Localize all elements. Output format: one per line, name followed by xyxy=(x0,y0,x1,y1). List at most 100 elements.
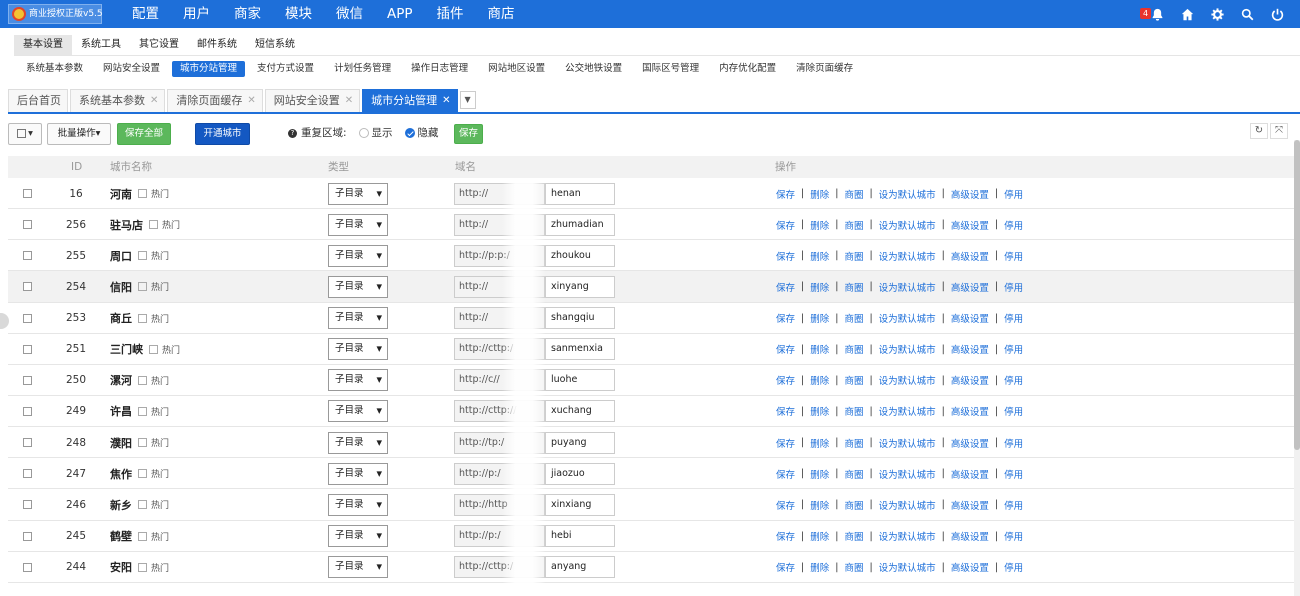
subnav-sms-system[interactable]: 短信系统 xyxy=(246,35,304,55)
hot-toggle[interactable]: 热门 xyxy=(138,561,169,574)
row-op-link[interactable]: 保存 xyxy=(776,560,795,574)
row-op-link[interactable]: 保存 xyxy=(776,404,795,418)
domain-input[interactable]: hebi xyxy=(545,525,615,548)
settings-item[interactable]: 操作日志管理 xyxy=(403,61,476,77)
hot-toggle[interactable]: 热门 xyxy=(138,249,169,262)
scrollbar[interactable] xyxy=(1294,140,1300,596)
nav-item-config[interactable]: 配置 xyxy=(120,0,171,28)
row-checkbox[interactable] xyxy=(23,220,32,230)
hot-toggle[interactable]: 热门 xyxy=(138,530,169,543)
row-op-link[interactable]: 高级设置 xyxy=(951,249,989,263)
hot-toggle[interactable]: 热门 xyxy=(138,280,169,293)
hot-checkbox[interactable] xyxy=(138,469,147,479)
row-op-link[interactable]: 高级设置 xyxy=(951,436,989,450)
type-select[interactable]: 子目录 xyxy=(328,431,388,454)
nav-item-plugins[interactable]: 插件 xyxy=(425,0,476,28)
row-op-link[interactable]: 删除 xyxy=(810,249,829,263)
settings-item[interactable]: 公交地铁设置 xyxy=(557,61,630,77)
type-select[interactable]: 子目录 xyxy=(328,213,388,236)
tab-security[interactable]: 网站安全设置 ✕ xyxy=(264,89,361,112)
hot-toggle[interactable]: 热门 xyxy=(138,436,169,449)
settings-item-active[interactable]: 城市分站管理 xyxy=(172,61,246,77)
row-checkbox[interactable] xyxy=(23,282,32,292)
row-op-link[interactable]: 商圈 xyxy=(844,498,863,512)
settings-item[interactable]: 系统基本参数 xyxy=(18,61,91,77)
row-op-link[interactable]: 停用 xyxy=(1004,529,1023,543)
row-op-link[interactable]: 设为默认城市 xyxy=(879,529,936,543)
row-op-link[interactable]: 设为默认城市 xyxy=(879,404,936,418)
logo[interactable]: 商业授权正版v5.5 xyxy=(8,4,103,24)
nav-item-merchants[interactable]: 商家 xyxy=(222,0,273,28)
row-op-link[interactable]: 保存 xyxy=(776,249,795,263)
tab-system-params[interactable]: 系统基本参数 ✕ xyxy=(70,89,166,112)
row-op-link[interactable]: 删除 xyxy=(810,560,829,574)
domain-input[interactable]: zhoukou xyxy=(545,244,615,267)
row-op-link[interactable]: 商圈 xyxy=(844,529,863,543)
row-op-link[interactable]: 删除 xyxy=(810,498,829,512)
hot-checkbox[interactable] xyxy=(138,406,147,416)
domain-input[interactable]: luohe xyxy=(545,369,615,392)
hot-checkbox[interactable] xyxy=(138,562,147,572)
settings-item[interactable]: 内存优化配置 xyxy=(711,61,784,77)
row-op-link[interactable]: 删除 xyxy=(810,373,829,387)
settings-button[interactable] xyxy=(1202,0,1232,28)
row-checkbox[interactable] xyxy=(23,469,32,479)
row-op-link[interactable]: 删除 xyxy=(810,436,829,450)
type-select[interactable]: 子目录 xyxy=(328,244,388,267)
batch-actions-button[interactable]: 批量操作▾ xyxy=(47,123,111,145)
row-op-link[interactable]: 停用 xyxy=(1004,218,1023,232)
row-checkbox[interactable] xyxy=(23,500,32,510)
row-op-link[interactable]: 商圈 xyxy=(844,311,863,325)
hot-toggle[interactable]: 热门 xyxy=(149,218,180,231)
settings-item[interactable]: 支付方式设置 xyxy=(249,61,322,77)
row-op-link[interactable]: 设为默认城市 xyxy=(879,249,936,263)
row-op-link[interactable]: 高级设置 xyxy=(951,560,989,574)
row-op-link[interactable]: 设为默认城市 xyxy=(879,280,936,294)
row-op-link[interactable]: 保存 xyxy=(776,342,795,356)
row-op-link[interactable]: 商圈 xyxy=(844,342,863,356)
question-icon[interactable]: ? xyxy=(288,128,297,138)
row-op-link[interactable]: 高级设置 xyxy=(951,342,989,356)
refresh-icon[interactable]: ↻ xyxy=(1250,123,1268,139)
hot-toggle[interactable]: 热门 xyxy=(138,498,169,511)
subnav-mail-system[interactable]: 邮件系统 xyxy=(188,35,246,55)
hot-toggle[interactable]: 热门 xyxy=(138,405,169,418)
nav-item-wechat[interactable]: 微信 xyxy=(324,0,375,28)
row-op-link[interactable]: 保存 xyxy=(776,529,795,543)
row-op-link[interactable]: 高级设置 xyxy=(951,498,989,512)
nav-item-app[interactable]: APP xyxy=(375,0,425,28)
fullscreen-icon[interactable]: ⤧ xyxy=(1270,123,1288,139)
row-checkbox[interactable] xyxy=(23,406,32,416)
type-select[interactable]: 子目录 xyxy=(328,307,388,330)
close-icon[interactable]: ✕ xyxy=(442,90,450,112)
row-op-link[interactable]: 保存 xyxy=(776,280,795,294)
row-op-link[interactable]: 停用 xyxy=(1004,280,1023,294)
domain-input[interactable]: anyang xyxy=(545,556,615,579)
hot-checkbox[interactable] xyxy=(138,438,147,448)
row-op-link[interactable]: 删除 xyxy=(810,467,829,481)
row-op-link[interactable]: 设为默认城市 xyxy=(879,467,936,481)
domain-input[interactable]: xuchang xyxy=(545,400,615,423)
row-op-link[interactable]: 商圈 xyxy=(844,373,863,387)
type-select[interactable]: 子目录 xyxy=(328,338,388,361)
open-city-button[interactable]: 开通城市 xyxy=(195,123,250,145)
domain-input[interactable]: xinxiang xyxy=(545,493,615,516)
row-op-link[interactable]: 删除 xyxy=(810,311,829,325)
chevron-down-icon[interactable]: ▼ xyxy=(459,91,476,109)
row-op-link[interactable]: 保存 xyxy=(776,187,795,201)
row-checkbox[interactable] xyxy=(23,189,32,198)
row-op-link[interactable]: 商圈 xyxy=(844,560,863,574)
type-select[interactable]: 子目录 xyxy=(328,556,388,579)
row-op-link[interactable]: 商圈 xyxy=(844,280,863,294)
row-op-link[interactable]: 停用 xyxy=(1004,560,1023,574)
subnav-system-tools[interactable]: 系统工具 xyxy=(72,35,130,55)
nav-item-users[interactable]: 用户 xyxy=(171,0,222,28)
hot-checkbox[interactable] xyxy=(138,375,147,385)
settings-item[interactable]: 网站地区设置 xyxy=(480,61,553,77)
hot-toggle[interactable]: 热门 xyxy=(138,374,169,387)
row-op-link[interactable]: 删除 xyxy=(810,218,829,232)
show-radio[interactable] xyxy=(358,128,369,138)
hot-toggle[interactable]: 热门 xyxy=(138,467,169,480)
settings-item[interactable]: 国际区号管理 xyxy=(634,61,707,77)
row-op-link[interactable]: 保存 xyxy=(776,498,795,512)
